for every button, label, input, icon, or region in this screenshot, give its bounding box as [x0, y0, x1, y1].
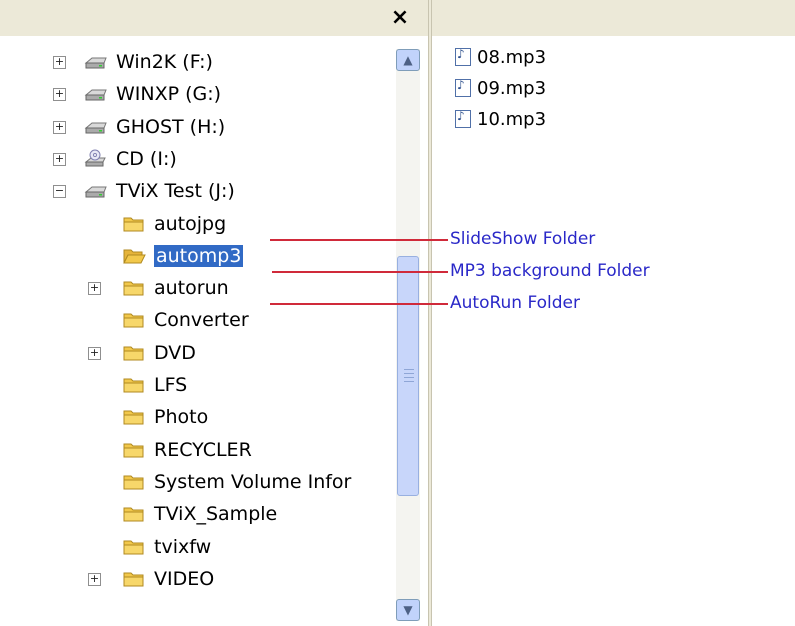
annotation-slideshow: SlideShow Folder — [450, 229, 596, 249]
expand-icon[interactable]: + — [88, 572, 101, 586]
expand-icon[interactable]: + — [53, 152, 66, 166]
tree-item-label: tvixfw — [154, 535, 212, 558]
tree-item[interactable]: autorun — [122, 273, 229, 303]
file-item[interactable]: 10.mp3 — [455, 106, 546, 132]
folder-icon — [122, 440, 146, 460]
collapse-icon[interactable]: − — [53, 185, 66, 199]
expand-icon[interactable]: + — [53, 88, 66, 102]
folder-icon — [122, 375, 146, 395]
file-item[interactable]: 08.mp3 — [455, 44, 546, 70]
folder-icon — [122, 504, 146, 524]
tree-item-label: DVD — [154, 341, 196, 364]
drive-icon — [84, 84, 108, 104]
tree-item-label: LFS — [154, 374, 188, 396]
tree-item[interactable]: automp3 — [122, 241, 244, 271]
tree-item-label: GHOST (H:) — [116, 115, 226, 138]
grip-line — [404, 369, 414, 370]
tree-item-label: RECYCLER — [154, 438, 252, 461]
expand-icon[interactable]: + — [88, 346, 101, 360]
folder-icon — [122, 343, 146, 363]
tree-item-label: TViX Test (J:) — [116, 180, 235, 203]
annotation-line — [270, 303, 448, 305]
annotation-autorun: AutoRun Folder — [450, 293, 581, 313]
chevron-up-icon: ▲ — [403, 53, 413, 67]
tree-item[interactable]: LFS — [122, 370, 187, 400]
files-pane-header — [432, 0, 795, 36]
tree-item-label: Converter — [154, 309, 249, 332]
tree-item[interactable]: Converter — [122, 305, 249, 335]
scroll-up-button[interactable]: ▲ — [396, 49, 420, 71]
tree-item[interactable]: System Volume Infor — [122, 467, 351, 497]
file-name: 10.mp3 — [477, 108, 547, 130]
folder-icon — [122, 569, 146, 589]
pane-splitter[interactable] — [428, 0, 432, 626]
tree-item[interactable]: tvixfw — [122, 532, 211, 562]
tree-item-label: autorun — [154, 277, 229, 300]
mp3-file-icon — [455, 78, 471, 97]
tree-item-label: Photo — [154, 406, 209, 429]
mp3-file-icon — [455, 109, 471, 128]
tree-item-label: autojpg — [154, 212, 227, 235]
tree-item[interactable]: WINXP (G:) — [84, 79, 221, 109]
expand-icon[interactable]: + — [53, 120, 66, 134]
tree-item-label: VIDEO — [154, 567, 215, 590]
file-name: 08.mp3 — [477, 46, 547, 68]
close-button[interactable]: × — [388, 0, 412, 34]
toolbar-area: × — [0, 0, 795, 36]
tree-item[interactable]: Photo — [122, 402, 208, 432]
expand-icon[interactable]: + — [53, 56, 66, 69]
scroll-thumb[interactable] — [397, 256, 419, 496]
cd-drive-icon — [84, 149, 108, 169]
grip-line — [404, 373, 414, 374]
tree-item-label: CD (I:) — [116, 147, 177, 170]
folder-icon — [122, 310, 146, 330]
tree-item[interactable]: CD (I:) — [84, 144, 177, 174]
folder-icon — [122, 278, 146, 298]
drive-icon — [84, 181, 108, 201]
scroll-down-button[interactable]: ▼ — [396, 599, 420, 621]
tree-item-label: automp3 — [154, 244, 244, 267]
folder-icon — [122, 472, 146, 492]
tree-item[interactable]: VIDEO — [122, 564, 214, 594]
folder-icon — [122, 407, 146, 427]
folder-tree: + Win2K (F:) + WINXP (G:) + GHOST (H:) + CD (I:… — [0, 36, 396, 626]
folder-icon — [122, 537, 146, 557]
chevron-down-icon: ▼ — [403, 603, 413, 617]
grip-line — [404, 377, 414, 378]
tree-item-label: WINXP (G:) — [116, 83, 222, 106]
mp3-file-icon — [455, 47, 471, 66]
annotation-line — [272, 271, 448, 273]
tree-item[interactable]: Win2K (F:) — [84, 47, 213, 77]
tree-item[interactable]: autojpg — [122, 209, 226, 239]
annotation-mp3-background: MP3 background Folder — [450, 261, 650, 281]
tree-scrollbar[interactable]: ▲ ▼ — [396, 49, 420, 621]
folder-open-icon — [122, 246, 146, 266]
file-item[interactable]: 09.mp3 — [455, 75, 546, 101]
drive-icon — [84, 117, 108, 137]
tree-item-label: TViX_Sample — [154, 503, 278, 526]
tree-item[interactable]: DVD — [122, 338, 196, 368]
tree-item-label: Win2K (F:) — [116, 51, 213, 73]
annotation-line — [270, 239, 448, 241]
folder-icon — [122, 214, 146, 234]
expand-icon[interactable]: + — [88, 282, 101, 296]
folders-pane-header — [0, 0, 428, 36]
drive-icon — [84, 52, 108, 72]
tree-item[interactable]: GHOST (H:) — [84, 112, 225, 142]
tree-item[interactable]: TViX_Sample — [122, 499, 277, 529]
tree-item[interactable]: RECYCLER — [122, 435, 252, 465]
tree-item[interactable]: TViX Test (J:) — [84, 176, 235, 206]
close-icon: × — [390, 4, 410, 30]
file-name: 09.mp3 — [477, 77, 547, 99]
grip-line — [404, 381, 414, 382]
tree-item-label: System Volume Infor — [154, 470, 352, 493]
